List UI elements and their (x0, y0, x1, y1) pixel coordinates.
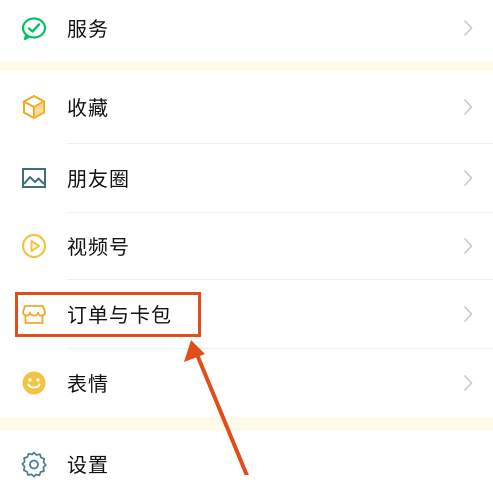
chevron-right-icon (463, 98, 473, 116)
menu-item-settings[interactable]: 设置 (0, 431, 493, 497)
section-gap (0, 61, 493, 71)
menu-item-label: 收藏 (67, 95, 109, 120)
menu-item-moments[interactable]: 朋友圈 (0, 144, 493, 212)
menu-item-label: 订单与卡包 (67, 302, 172, 327)
cube-icon (20, 93, 48, 121)
chevron-right-icon (463, 305, 473, 323)
menu-item-stickers[interactable]: 表情 (0, 349, 493, 417)
menu-item-label: 设置 (67, 452, 109, 477)
play-circle-icon (20, 232, 48, 260)
wechat-pay-icon (20, 14, 48, 42)
chevron-right-icon (463, 169, 473, 187)
menu-item-label: 表情 (67, 371, 109, 396)
me-menu-list: 服务 收藏 朋友圈 视频号 订单与卡包 表情 设置 (0, 0, 493, 497)
menu-item-channels[interactable]: 视频号 (0, 213, 493, 279)
storefront-icon (20, 300, 48, 328)
menu-item-label: 视频号 (67, 234, 130, 259)
smile-icon (20, 369, 48, 397)
gear-icon (20, 450, 48, 478)
landscape-photo-icon (20, 164, 48, 192)
chevron-right-icon (463, 19, 473, 37)
menu-item-label: 朋友圈 (67, 166, 130, 191)
chevron-right-icon (463, 237, 473, 255)
menu-item-label: 服务 (67, 16, 109, 41)
section-gap (0, 417, 493, 431)
menu-item-services[interactable]: 服务 (0, 0, 493, 61)
menu-item-favorites[interactable]: 收藏 (0, 71, 493, 143)
chevron-right-icon (463, 374, 473, 392)
menu-item-orders-and-cards[interactable]: 订单与卡包 (0, 280, 493, 348)
